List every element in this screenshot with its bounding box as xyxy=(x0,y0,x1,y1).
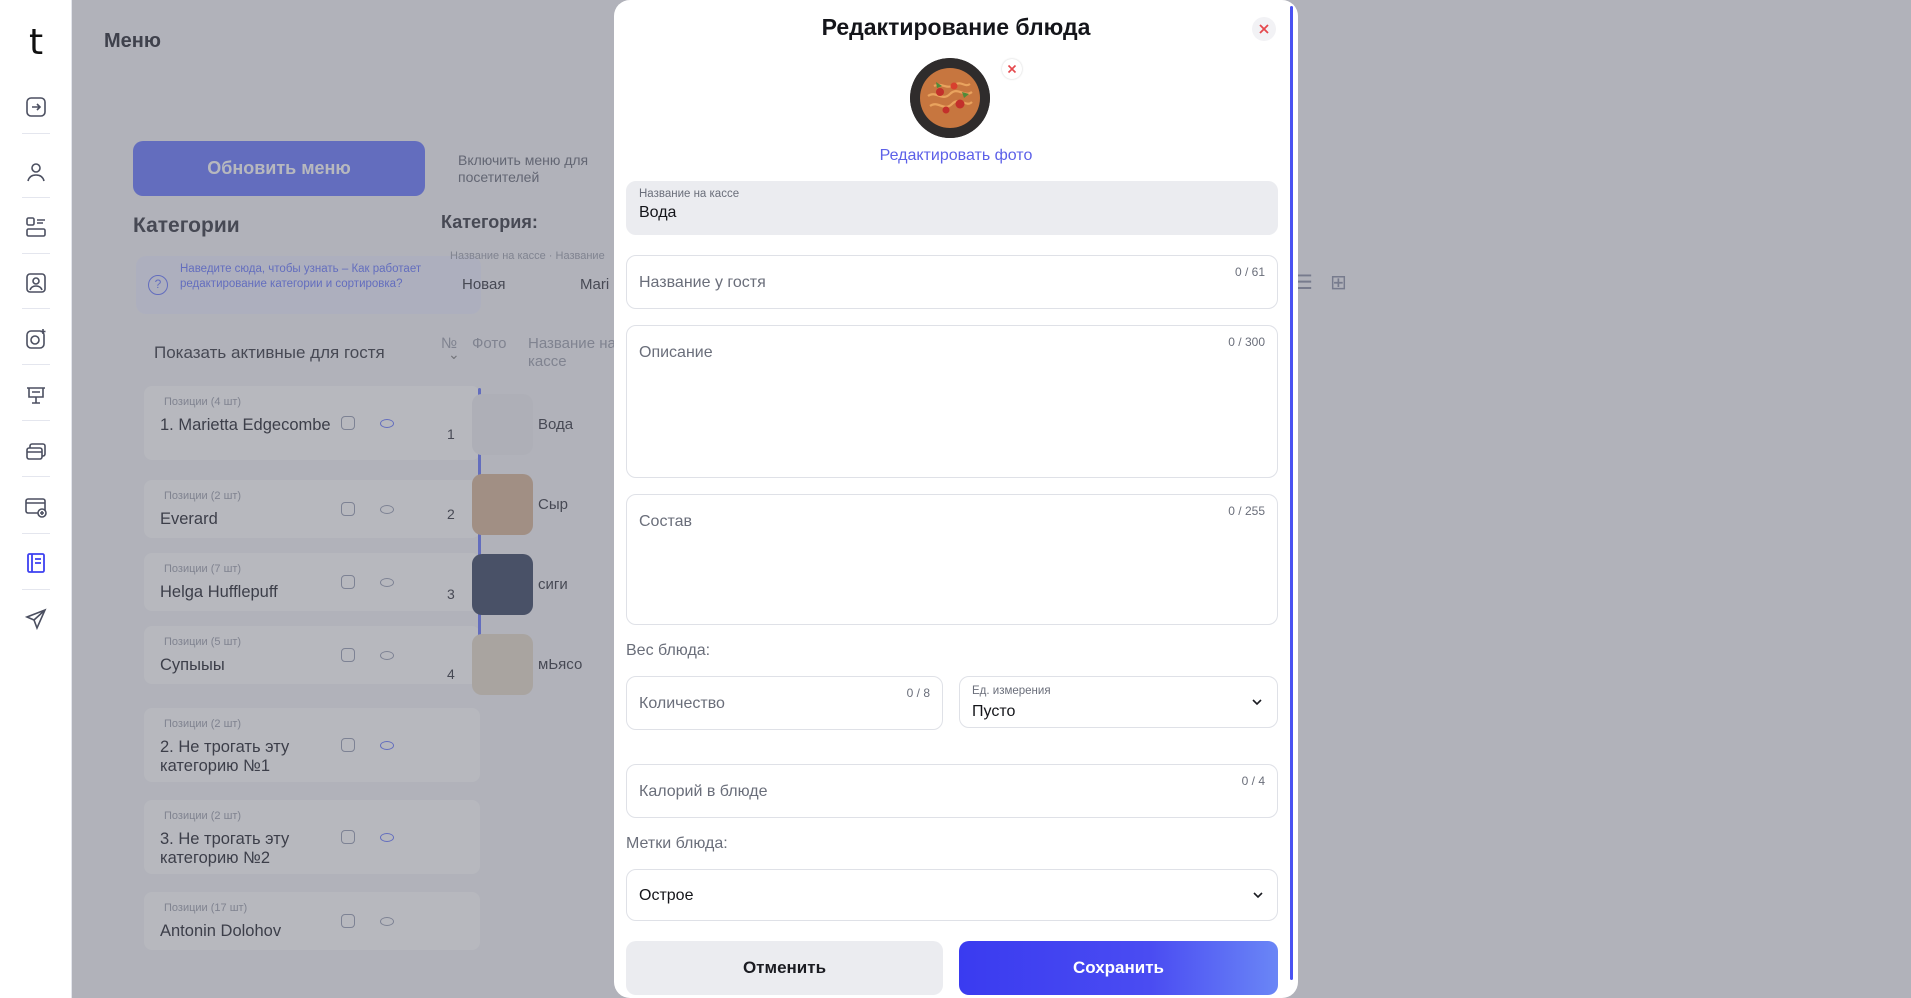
user-icon[interactable] xyxy=(21,157,51,187)
payment-card-icon[interactable] xyxy=(21,492,51,522)
close-icon xyxy=(1007,64,1017,74)
sidebar: t xyxy=(0,0,72,998)
logout-icon[interactable] xyxy=(21,92,51,122)
quantity-counter: 0 / 8 xyxy=(906,686,930,700)
nav-separator xyxy=(22,364,50,365)
nav-separator xyxy=(22,197,50,198)
weight-label: Вес блюда: xyxy=(626,642,711,659)
quantity-field[interactable]: Количество 0 / 8 xyxy=(626,676,943,730)
contact-card-icon[interactable] xyxy=(21,268,51,298)
nav-separator xyxy=(22,589,50,590)
nav-separator xyxy=(22,533,50,534)
unit-label: Ед. измерения xyxy=(972,685,1051,697)
cashier-name-field[interactable]: Название на кассе Вода xyxy=(626,181,1278,235)
cards-icon[interactable] xyxy=(21,436,51,466)
quantity-placeholder: Количество xyxy=(639,695,725,712)
save-button[interactable]: Сохранить xyxy=(959,941,1278,995)
edit-dish-modal: Редактирование блюда Редактировать фото … xyxy=(614,0,1298,998)
guest-name-field[interactable]: Название у гостя 0 / 61 xyxy=(626,255,1278,309)
nav-separator xyxy=(22,420,50,421)
close-icon xyxy=(1259,24,1269,34)
composition-field[interactable]: Состав 0 / 255 xyxy=(626,494,1278,625)
composition-placeholder: Состав xyxy=(639,513,692,530)
tags-select[interactable]: Острое xyxy=(626,869,1278,921)
composition-counter: 0 / 255 xyxy=(1228,504,1265,518)
close-button[interactable] xyxy=(1252,17,1276,41)
presentation-icon[interactable] xyxy=(21,380,51,410)
modal-title: Редактирование блюда xyxy=(821,14,1091,40)
calories-field[interactable]: Калорий в блюде 0 / 4 xyxy=(626,764,1278,818)
cancel-button[interactable]: Отменить xyxy=(626,941,943,995)
unit-select[interactable]: Ед. измерения Пусто xyxy=(959,676,1278,728)
tags-value: Острое xyxy=(639,887,694,904)
edit-photo-link[interactable]: Редактировать фото xyxy=(614,147,1298,165)
chevron-down-icon xyxy=(1252,699,1262,706)
description-placeholder: Описание xyxy=(639,344,713,361)
send-icon[interactable] xyxy=(21,604,51,634)
camera-plus-icon[interactable] xyxy=(21,324,51,354)
calories-placeholder: Калорий в блюде xyxy=(639,783,768,800)
tags-label: Метки блюда: xyxy=(626,835,728,852)
remove-photo-button[interactable] xyxy=(1002,59,1022,79)
nav-separator xyxy=(22,133,50,134)
description-field[interactable]: Описание 0 / 300 xyxy=(626,325,1278,478)
cashier-name-value[interactable]: Вода xyxy=(639,204,676,222)
app-logo: t xyxy=(28,22,44,63)
nav-separator xyxy=(22,253,50,254)
modal-scrollbar[interactable] xyxy=(1290,6,1293,980)
dish-photo xyxy=(910,58,990,138)
chevron-down-icon xyxy=(1253,892,1263,899)
guest-name-counter: 0 / 61 xyxy=(1234,265,1265,279)
guest-name-placeholder: Название у гостя xyxy=(639,274,766,291)
menu-book-icon[interactable] xyxy=(21,548,51,578)
layout-icon[interactable] xyxy=(21,212,51,242)
cashier-name-label: Название на кассе xyxy=(639,188,740,200)
description-counter: 0 / 300 xyxy=(1228,335,1265,349)
calories-counter: 0 / 4 xyxy=(1241,774,1265,788)
nav-separator xyxy=(22,476,50,477)
unit-value: Пусто xyxy=(972,703,1016,720)
nav-separator xyxy=(22,308,50,309)
